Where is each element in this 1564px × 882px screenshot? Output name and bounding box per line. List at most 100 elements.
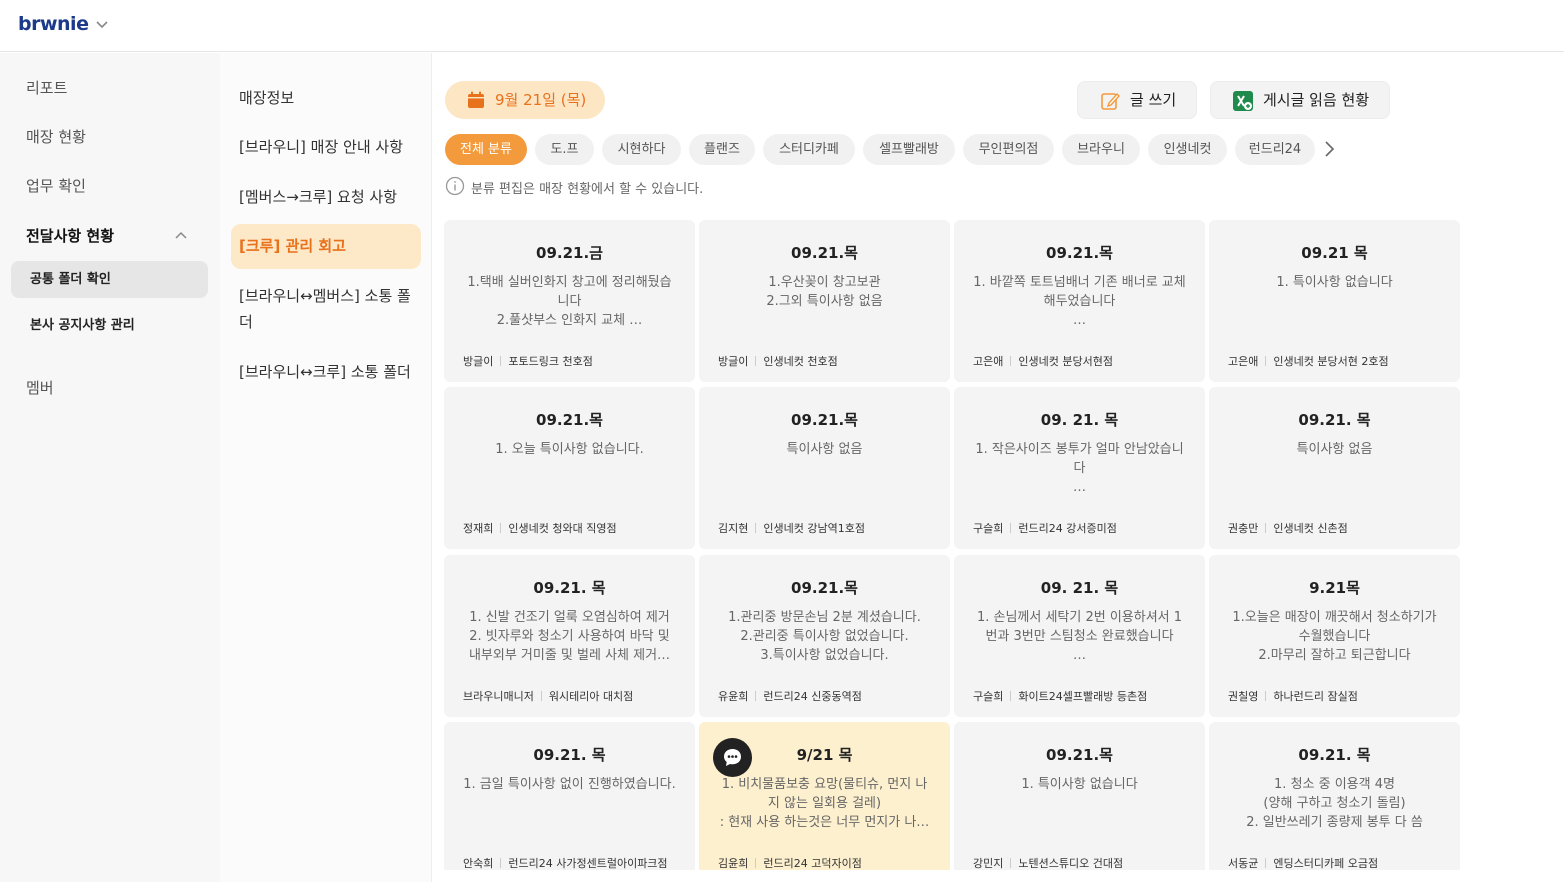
post-card[interactable]: 09.21. 목 1. 금일 특이사항 없이 진행하였습니다. 안숙희 런드리24… — [444, 722, 695, 870]
sidebar-item-report[interactable]: 리포트 — [26, 77, 67, 98]
post-meta: 방글이 인생네컷 천호점 — [718, 353, 838, 369]
folder-item-active[interactable]: [크루] 관리 회고 — [231, 224, 421, 269]
post-store: 인생네컷 신촌점 — [1273, 522, 1348, 535]
sidebar-item-notices[interactable]: 전달사항 현황 — [26, 225, 114, 246]
post-summary: 1. 신발 건조기 얼룩 오염심하여 제거 2. 빗자루와 청소기 사용하여 바… — [468, 610, 671, 663]
post-meta: 구슬희 런드리24 강서증미점 — [973, 520, 1117, 536]
post-card[interactable]: 09. 21. 목 1. 손님께서 세탁기 2번 이용하셔서 1 번과 3번만 … — [954, 555, 1205, 717]
sidebar-subitem-common-folder[interactable]: 공통 폴더 확인 — [11, 261, 208, 298]
sidebar-item-members[interactable]: 멤버 — [26, 377, 54, 398]
chevron-down-icon[interactable] — [94, 16, 110, 32]
post-store: 런드리24 사가정센트럴아이파크점 — [508, 857, 668, 870]
chip-category[interactable]: 런드리24 — [1235, 134, 1315, 165]
post-summary: 1. 손님께서 세탁기 2번 이용하셔서 1 번과 3번만 스팀청소 완료했습니… — [976, 610, 1183, 663]
chip-category[interactable]: 무인편의점 — [963, 134, 1054, 165]
write-post-button[interactable]: 글 쓰기 — [1077, 81, 1197, 119]
post-meta: 김윤희 런드리24 고덕자이점 — [718, 855, 862, 870]
post-meta: 권충만 인생네컷 신촌점 — [1228, 520, 1348, 536]
chip-category[interactable]: 플랜즈 — [689, 134, 755, 165]
chip-category[interactable]: 스터디카페 — [763, 134, 855, 165]
post-card[interactable]: 09.21.목 1. 오늘 특이사항 없습니다. 정재희 인생네컷 청와대 직영점 — [444, 387, 695, 549]
post-author: 고은애 — [1228, 355, 1259, 368]
post-card[interactable]: 09.21.목 1.우산꽂이 창고보관 2.그외 특이사항 없음 방글이 인생네컷… — [699, 220, 950, 382]
post-summary: 1.우산꽂이 창고보관 2.그외 특이사항 없음 — [766, 275, 883, 309]
post-store: 하나런드리 잠실점 — [1273, 690, 1358, 703]
post-meta: 강민지 노텐션스튜디오 건대점 — [973, 855, 1123, 870]
info-icon — [445, 176, 465, 196]
post-summary: 1. 비치물품보충 요망(물티슈, 먼지 나 지 않는 일회용 걸레) : 현재… — [719, 777, 930, 830]
post-meta: 고은애 인생네컷 분당서현 2호점 — [1228, 353, 1389, 369]
post-meta: 권칠영 하나런드리 잠실점 — [1228, 688, 1358, 704]
date-picker-button[interactable]: 9월 21일 (목) — [445, 81, 605, 119]
post-card[interactable]: 09.21.목 특이사항 없음 김지현 인생네컷 강남역1호점 — [699, 387, 950, 549]
post-store: 노텐션스튜디오 건대점 — [1018, 857, 1124, 870]
post-card[interactable]: 09.21. 목 1. 청소 중 이용객 4명 (양해 구하고 청소기 돌림) … — [1209, 722, 1460, 870]
post-date: 09.21.목 — [536, 411, 603, 429]
chevron-up-icon[interactable] — [174, 229, 188, 243]
post-card[interactable]: 09.21. 목 특이사항 없음 권충만 인생네컷 신촌점 — [1209, 387, 1460, 549]
post-store: 포토드링크 천호점 — [508, 355, 593, 368]
post-author: 김지현 — [718, 522, 749, 535]
folder-item[interactable]: 매장정보 — [231, 85, 421, 111]
post-card[interactable]: 09.21.목 1. 특이사항 없습니다 강민지 노텐션스튜디오 건대점 — [954, 722, 1205, 870]
post-author: 구슬희 — [973, 522, 1004, 535]
post-meta: 방글이 포토드링크 천호점 — [463, 353, 593, 369]
post-meta: 구슬희 화이트24셀프빨래방 등촌점 — [973, 688, 1147, 704]
post-store: 인생네컷 강남역1호점 — [763, 522, 865, 535]
info-text: 분류 편집은 매장 현황에서 할 수 있습니다. — [471, 182, 704, 197]
post-meta: 유윤희 런드리24 신중동역점 — [718, 688, 862, 704]
chip-all[interactable]: 전체 분류 — [445, 134, 527, 165]
calendar-icon — [468, 91, 484, 108]
post-date: 09.21.목 — [791, 244, 858, 262]
sidebar-item-task-check[interactable]: 업무 확인 — [26, 175, 86, 196]
folder-item[interactable]: [브라우니↔멤버스] 소통 폴더 — [231, 283, 421, 335]
post-card-highlighted[interactable]: 9/21 목 1. 비치물품보충 요망(물티슈, 먼지 나 지 않는 일회용 걸… — [699, 722, 950, 870]
top-bar: brwnie — [0, 0, 1564, 52]
post-author: 유윤희 — [718, 690, 749, 703]
post-date: 09.21.금 — [536, 244, 603, 262]
post-date: 9/21 목 — [796, 746, 853, 764]
post-date: 09.21.목 — [791, 579, 858, 597]
post-author: 브라우니매니저 — [463, 690, 534, 703]
brand-logo[interactable]: brwnie — [18, 13, 89, 35]
chip-category[interactable]: 브라우니 — [1062, 134, 1140, 165]
post-card[interactable]: 09.21.목 1.관리중 방문손님 2분 계셨습니다. 2.관리중 특이사항 … — [699, 555, 950, 717]
chip-category[interactable]: 셀프빨래방 — [863, 134, 955, 165]
post-date: 09.21.목 — [791, 411, 858, 429]
post-author: 강민지 — [973, 857, 1004, 870]
post-date: 09.21. 목 — [1298, 411, 1371, 429]
post-date: 09.21.목 — [1046, 746, 1113, 764]
folder-item[interactable]: [브라우니] 매장 안내 사항 — [231, 134, 421, 160]
post-date: 9.21목 — [1309, 579, 1360, 597]
post-card[interactable]: 09.21. 목 1. 신발 건조기 얼룩 오염심하여 제거 2. 빗자루와 청… — [444, 555, 695, 717]
folder-item[interactable]: [멤버스→크루] 요청 사항 — [231, 184, 421, 210]
post-author: 구슬희 — [973, 690, 1004, 703]
post-card[interactable]: 09.21.목 1. 바깥쪽 토트넘배너 기존 배너로 교체 해두었습니다 … … — [954, 220, 1205, 382]
post-summary: 특이사항 없음 — [786, 442, 863, 457]
post-summary: 1.오늘은 매장이 깨끗해서 청소하기가 수월했습니다 2.마무리 잘하고 퇴근… — [1232, 610, 1437, 663]
post-meta: 안숙희 런드리24 사가정센트럴아이파크점 — [463, 855, 668, 870]
chip-category[interactable]: 인생네컷 — [1148, 134, 1227, 165]
write-post-label: 글 쓰기 — [1130, 91, 1177, 109]
post-meta: 서동균 엔딩스터디카페 오금점 — [1228, 855, 1378, 870]
post-card[interactable]: 09.21 목 1. 특이사항 없습니다 고은애 인생네컷 분당서현 2호점 — [1209, 220, 1460, 382]
sidebar-subitem-hq-notice[interactable]: 본사 공지사항 관리 — [11, 307, 208, 344]
post-summary: 1.택배 실버인화지 창고에 정리해뒀습 니다 2.풀샷부스 인화지 교체 … — [467, 275, 672, 328]
chevron-right-icon[interactable] — [1320, 140, 1338, 158]
post-date: 09.21 목 — [1301, 244, 1368, 262]
chip-category[interactable]: 시현하다 — [602, 134, 681, 165]
folder-item[interactable]: [브라우니↔크루] 소통 폴더 — [231, 359, 421, 385]
post-meta: 김지현 인생네컷 강남역1호점 — [718, 520, 865, 536]
date-label: 9월 21일 (목) — [495, 91, 587, 109]
post-card[interactable]: 9.21목 1.오늘은 매장이 깨끗해서 청소하기가 수월했습니다 2.마무리 … — [1209, 555, 1460, 717]
post-card[interactable]: 09.21.금 1.택배 실버인화지 창고에 정리해뒀습 니다 2.풀샷부스 인… — [444, 220, 695, 382]
post-card[interactable]: 09. 21. 목 1. 작은사이즈 봉투가 얼마 안남았습니 다 … 구슬희 런… — [954, 387, 1205, 549]
post-summary: 특이사항 없음 — [1296, 442, 1373, 457]
post-meta: 정재희 인생네컷 청와대 직영점 — [463, 520, 617, 536]
chip-category[interactable]: 도.프 — [535, 134, 594, 165]
read-status-button[interactable]: 게시글 읽음 현황 — [1210, 81, 1390, 119]
post-store: 런드리24 고덕자이점 — [763, 857, 862, 870]
sidebar-item-store-status[interactable]: 매장 현황 — [26, 126, 86, 147]
post-meta: 브라우니매니저 워시테리아 대치점 — [463, 688, 633, 704]
post-summary: 1. 금일 특이사항 없이 진행하였습니다. — [463, 777, 676, 792]
